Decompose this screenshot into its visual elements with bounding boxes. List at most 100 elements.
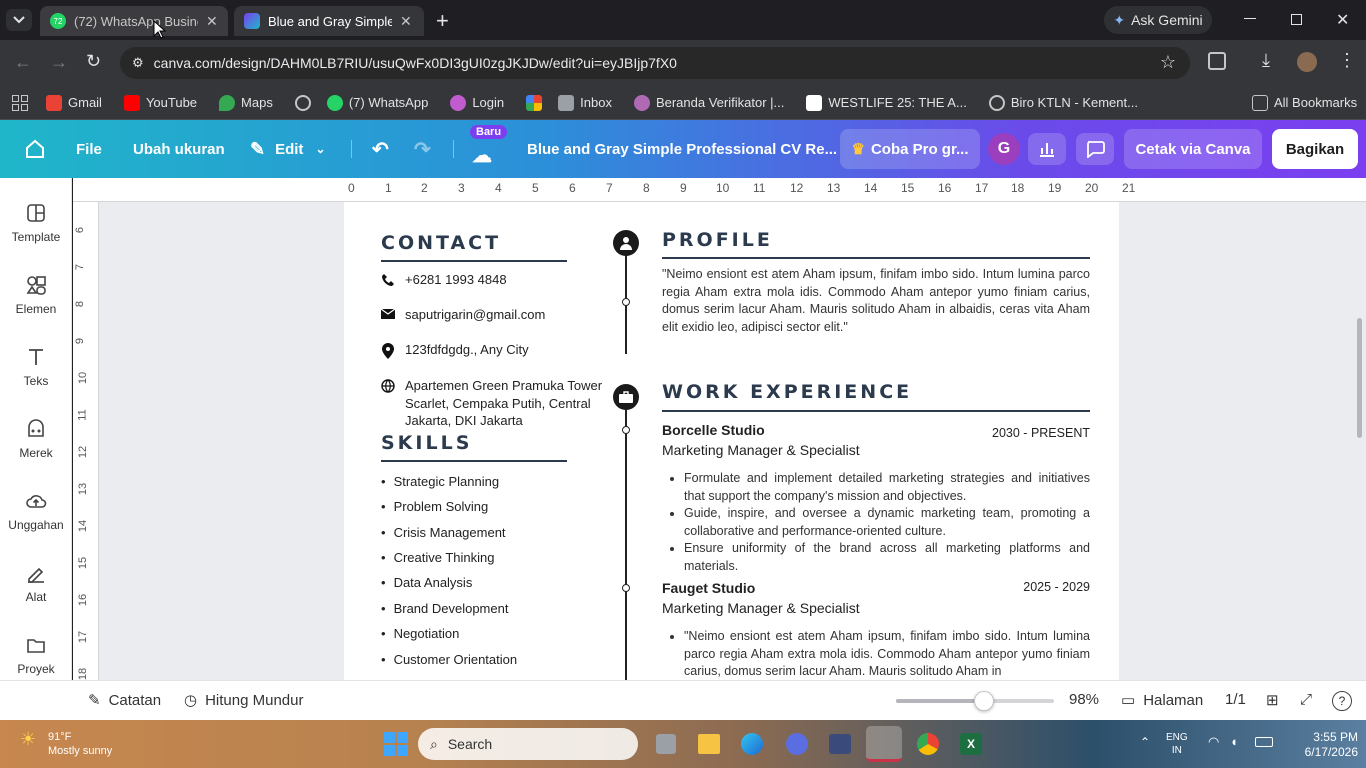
battery-icon[interactable] <box>1255 737 1273 747</box>
new-tab-icon[interactable]: + <box>436 8 449 34</box>
address-bar[interactable]: ⚙ canva.com/design/DAHM0LB7RIU/usuQwFx0D… <box>120 47 1190 79</box>
close-icon[interactable]: ✕ <box>206 13 218 30</box>
bookmark-login[interactable]: Login <box>450 94 504 111</box>
rail-text[interactable]: Teks <box>0 346 72 388</box>
skill-item[interactable]: Negotiation <box>381 626 460 641</box>
vertical-scrollbar[interactable] <box>1357 318 1362 438</box>
forward-icon[interactable]: → <box>50 52 68 73</box>
bookmark-beranda[interactable]: Beranda Verifikator |... <box>633 94 784 111</box>
pages-button[interactable]: ▭ Halaman <box>1121 691 1203 710</box>
file-explorer-icon[interactable] <box>698 734 720 754</box>
contact-heading[interactable]: CONTACT <box>381 232 501 254</box>
app-icon[interactable] <box>786 733 808 755</box>
wifi-icon[interactable]: ◠ <box>1208 734 1219 750</box>
language-indicator[interactable]: ENG IN <box>1166 731 1188 757</box>
menu-icon[interactable]: ⋮ <box>1338 50 1356 71</box>
rail-projects[interactable]: Proyek <box>0 634 72 676</box>
insights-icon[interactable] <box>1028 133 1066 165</box>
job-period[interactable]: 2030 - PRESENT <box>992 426 1090 440</box>
skill-item[interactable]: Creative Thinking <box>381 550 495 565</box>
job-bullet[interactable]: Formulate and implement detailed marketi… <box>684 470 1090 505</box>
timer-button[interactable]: ◷ Hitung Mundur <box>184 691 303 710</box>
job-company[interactable]: Borcelle Studio <box>662 422 765 438</box>
rail-uploads[interactable]: Unggahan <box>0 490 72 532</box>
print-button[interactable]: Cetak via Canva <box>1124 129 1262 169</box>
skill-item[interactable]: Data Analysis <box>381 575 473 590</box>
home-icon[interactable] <box>24 120 46 178</box>
rail-elements[interactable]: Elemen <box>0 274 72 316</box>
back-icon[interactable]: ← <box>14 52 32 73</box>
start-button[interactable] <box>384 732 408 756</box>
bookmark-youtube[interactable]: YouTube <box>123 94 197 111</box>
profile-text[interactable]: "Neimo ensiont est atem Aham ipsum, fini… <box>662 266 1090 336</box>
design-page[interactable]: CONTACT +6281 1993 4848 saputrigarin@gma… <box>344 202 1119 680</box>
share-button[interactable]: Bagikan <box>1272 129 1358 169</box>
sticky-notes-icon[interactable] <box>866 726 902 762</box>
profile-heading[interactable]: PROFILE <box>662 229 773 251</box>
redo-icon[interactable]: ↷ <box>414 120 431 178</box>
reload-icon[interactable]: ↻ <box>86 51 101 72</box>
job-period[interactable]: 2025 - 2029 <box>1023 580 1090 594</box>
all-bookmarks[interactable]: All Bookmarks <box>1252 94 1357 111</box>
help-icon[interactable]: ? <box>1332 691 1352 711</box>
bookmark-inbox[interactable]: Inbox <box>558 94 612 111</box>
rail-tools[interactable]: Alat <box>0 562 72 604</box>
undo-icon[interactable]: ↶ <box>372 120 389 178</box>
bookmark-globe[interactable] <box>294 94 317 111</box>
rail-template[interactable]: Template <box>0 202 72 244</box>
job-role[interactable]: Marketing Manager & Specialist <box>662 600 860 616</box>
minimize-icon[interactable] <box>1244 18 1256 19</box>
bookmark-maps[interactable]: Maps <box>219 94 273 111</box>
contact-web[interactable]: Apartemen Green Pramuka Tower Scarlet, C… <box>381 377 606 430</box>
clock[interactable]: 3:55 PM 6/17/2026 <box>1288 730 1358 760</box>
chrome-icon[interactable] <box>917 733 939 755</box>
bookmark-pinwheel[interactable] <box>526 94 548 111</box>
job-bullet[interactable]: "Neimo ensiont est atem Aham ipsum, fini… <box>684 628 1090 680</box>
try-pro-button[interactable]: ♛ Coba Pro gr... <box>840 129 980 169</box>
tab-canva[interactable]: Blue and Gray Simple P ✕ <box>234 6 424 36</box>
cloud-save-icon[interactable]: ☁ <box>472 126 492 184</box>
site-info-icon[interactable]: ⚙ <box>132 55 144 71</box>
job-bullet[interactable]: Guide, inspire, and oversee a dynamic ma… <box>684 505 1090 540</box>
notes-button[interactable]: ✎ Catatan <box>88 691 161 710</box>
job-bullet[interactable]: Ensure uniformity of the brand across al… <box>684 540 1090 575</box>
contact-phone[interactable]: +6281 1993 4848 <box>381 272 507 287</box>
edge-icon[interactable] <box>741 733 763 755</box>
user-avatar-circle[interactable]: G <box>988 133 1020 165</box>
excel-icon[interactable]: X <box>960 733 982 755</box>
job-company[interactable]: Fauget Studio <box>662 580 755 596</box>
skills-heading[interactable]: SKILLS <box>381 432 472 454</box>
skill-item[interactable]: Problem Solving <box>381 499 489 514</box>
skill-item[interactable]: Strategic Planning <box>381 474 500 489</box>
zoom-slider-handle[interactable] <box>974 691 995 711</box>
edit-menu[interactable]: ✎ Edit ⌄ <box>250 120 326 178</box>
close-icon[interactable]: ✕ <box>400 13 412 30</box>
bookmark-westlife[interactable]: WESTLIFE 25: THE A... <box>806 94 967 111</box>
skill-item[interactable]: Customer Orientation <box>381 652 518 667</box>
skill-item[interactable]: Crisis Management <box>381 525 506 540</box>
document-title[interactable]: Blue and Gray Simple Professional CV Re.… <box>527 120 837 178</box>
ask-gemini-button[interactable]: ✦ Ask Gemini <box>1104 6 1212 34</box>
file-menu[interactable]: File <box>76 120 102 178</box>
bookmark-gmail[interactable]: Gmail <box>46 94 102 111</box>
task-view-icon[interactable] <box>656 734 676 754</box>
extensions-icon[interactable] <box>1208 52 1226 70</box>
zoom-slider[interactable] <box>896 691 1054 711</box>
weather-widget[interactable]: ☀ 91°F Mostly sunny <box>20 730 112 758</box>
bookmark-whatsapp[interactable]: (7) WhatsApp <box>326 94 428 111</box>
comment-icon[interactable] <box>1076 133 1114 165</box>
apps-icon[interactable] <box>12 94 28 111</box>
resize-button[interactable]: Ubah ukuran <box>133 120 225 178</box>
bookmark-star-icon[interactable]: ☆ <box>1160 52 1176 73</box>
fullscreen-icon[interactable]: ⤢ <box>1300 691 1312 708</box>
rail-brand[interactable]: Merek <box>0 418 72 460</box>
close-window-icon[interactable]: ✕ <box>1336 10 1349 30</box>
tray-chevron-icon[interactable]: ⌃ <box>1140 735 1150 749</box>
zoom-level[interactable]: 98% <box>1069 691 1099 708</box>
tab-list-icon[interactable] <box>6 9 32 31</box>
volume-icon[interactable]: ◖ <box>1230 734 1238 749</box>
bookmark-biro-ktln[interactable]: Biro KTLN - Kement... <box>988 94 1138 111</box>
taskbar-search[interactable]: ⌕ Search <box>418 728 638 760</box>
work-heading[interactable]: WORK EXPERIENCE <box>662 381 912 403</box>
job-role[interactable]: Marketing Manager & Specialist <box>662 442 860 458</box>
